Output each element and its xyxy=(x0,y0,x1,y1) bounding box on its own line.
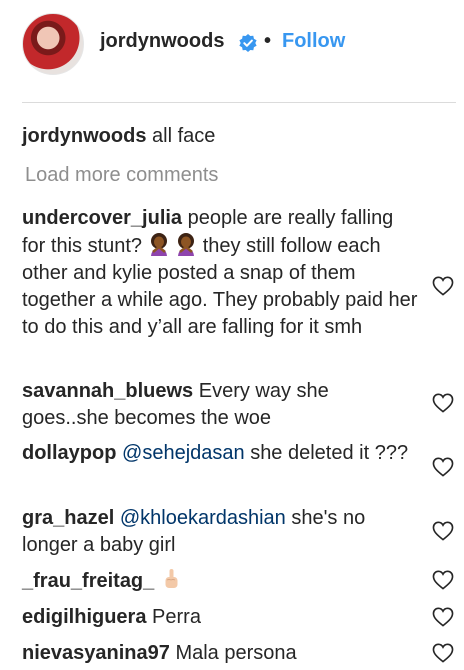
comment-username[interactable]: edigilhiguera xyxy=(22,606,146,628)
comment-item: edigilhiguera Perra xyxy=(22,604,418,631)
verified-badge-icon xyxy=(239,34,257,52)
comment-mention[interactable]: @sehejdasan xyxy=(122,442,245,464)
heart-outline-icon[interactable] xyxy=(432,643,454,663)
comment-text: she deleted it ??? xyxy=(250,442,409,464)
heart-outline-icon[interactable] xyxy=(432,393,454,413)
woman-gesturing-no-emoji xyxy=(150,233,167,256)
comment-item: nievasyanina97 Mala persona xyxy=(22,640,418,667)
header-divider xyxy=(22,102,456,103)
middle-finger-emoji xyxy=(165,569,178,588)
comment-username[interactable]: gra_hazel xyxy=(22,507,114,529)
comment-text: Perra xyxy=(152,606,201,628)
comment-item: savannah_bluews Every way she goes..she … xyxy=(22,378,418,432)
header-separator: • xyxy=(264,30,272,52)
heart-outline-icon[interactable] xyxy=(432,276,454,296)
comment-username[interactable]: nievasyanina97 xyxy=(22,642,170,664)
comment-username[interactable]: undercover_julia xyxy=(22,207,182,229)
post-header: jordynwoods • Follow xyxy=(0,0,464,102)
avatar[interactable] xyxy=(22,13,84,75)
author-username[interactable]: jordynwoods xyxy=(100,30,224,53)
heart-outline-icon[interactable] xyxy=(432,457,454,477)
heart-outline-icon[interactable] xyxy=(432,521,454,541)
comment-item: _frau_freitag_ xyxy=(22,567,418,595)
comment-username[interactable]: savannah_bluews xyxy=(22,380,193,402)
comment-item: undercover_julia people are really falli… xyxy=(22,205,418,341)
caption-username[interactable]: jordynwoods xyxy=(22,125,146,147)
comment-text: Mala persona xyxy=(175,642,297,664)
caption-text: all face xyxy=(152,125,216,147)
load-more-comments-button[interactable]: Load more comments xyxy=(25,164,218,187)
comment-mention[interactable]: @khloekardashian xyxy=(120,507,286,529)
heart-outline-icon[interactable] xyxy=(432,570,454,590)
comment-item: dollaypop @sehejdasan she deleted it ??? xyxy=(22,440,418,467)
heart-outline-icon[interactable] xyxy=(432,607,454,627)
comment-username[interactable]: _frau_freitag_ xyxy=(22,570,154,592)
follow-button[interactable]: Follow xyxy=(282,30,345,53)
comment-item: gra_hazel @khloekardashian she's no long… xyxy=(22,505,418,559)
comment-username[interactable]: dollaypop xyxy=(22,442,116,464)
woman-gesturing-no-emoji xyxy=(178,233,195,256)
post-caption: jordynwoods all face xyxy=(22,124,215,148)
